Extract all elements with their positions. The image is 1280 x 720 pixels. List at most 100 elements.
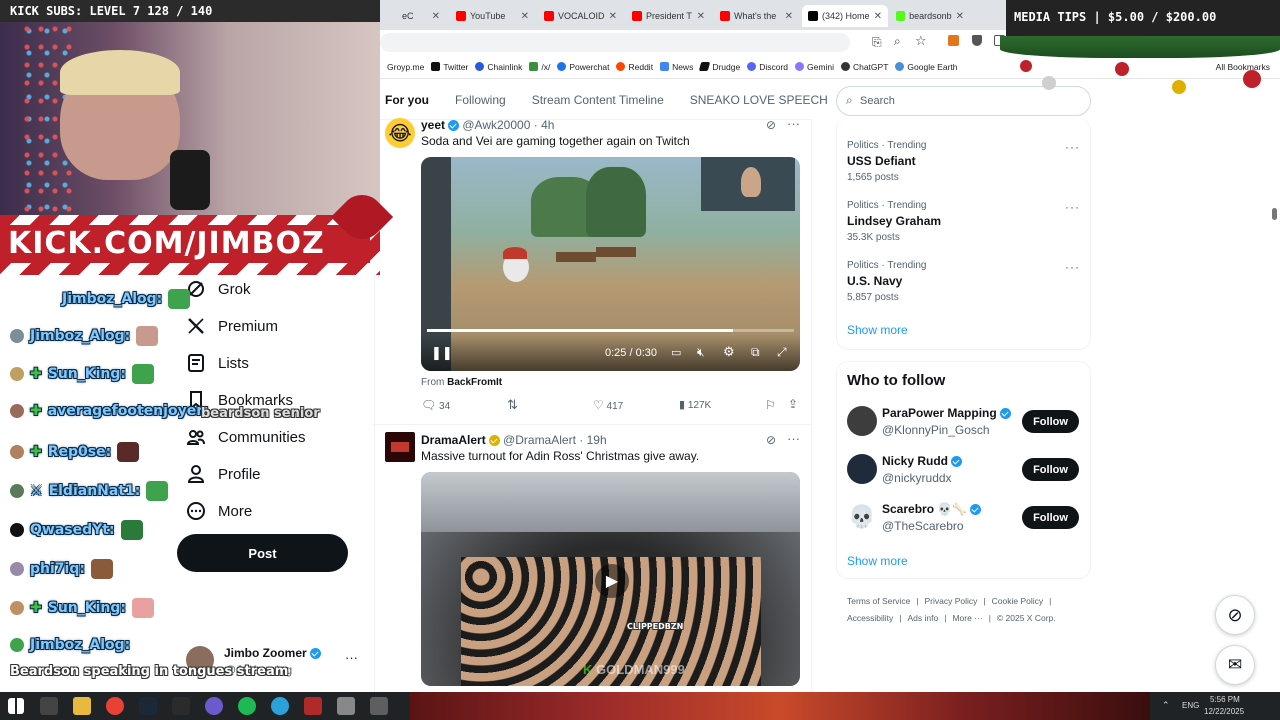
- chrome-icon[interactable]: [106, 697, 124, 715]
- tweet-video[interactable]: ❚❚ 0:25 / 0:30 ▭ 🔇︎ ⚙ ⧉ ⤢: [421, 157, 800, 371]
- browser-tab-active[interactable]: (342) Home ✕: [802, 5, 888, 27]
- grok-icon[interactable]: ⊘: [766, 433, 776, 447]
- bookmark-item[interactable]: Google Earth: [895, 62, 958, 72]
- app-icon[interactable]: [337, 697, 355, 715]
- follow-button[interactable]: Follow: [1022, 410, 1079, 433]
- bookmark-item[interactable]: Chainlink: [475, 62, 522, 72]
- footer-link[interactable]: Ads info: [908, 613, 939, 623]
- follow-avatar[interactable]: [847, 406, 877, 436]
- grok-icon[interactable]: ⊘: [766, 118, 776, 132]
- bookmark-item[interactable]: Drudge: [699, 62, 740, 72]
- follow-user[interactable]: ParaPower Mapping @KlonnyPin_Gosch: [882, 406, 1011, 437]
- telegram-icon[interactable]: [271, 697, 289, 715]
- tweet-avatar[interactable]: [385, 432, 415, 462]
- follow-button[interactable]: Follow: [1022, 458, 1079, 481]
- nav-profile[interactable]: Profile: [186, 464, 261, 484]
- clock-time[interactable]: 5:56 PM: [1210, 695, 1240, 704]
- tweet-author-name[interactable]: DramaAlert: [421, 433, 486, 447]
- like-button[interactable]: ♡ 417: [593, 398, 623, 412]
- tab-following[interactable]: Following: [442, 93, 519, 107]
- settings-gear-icon[interactable]: ⚙: [723, 344, 735, 360]
- app-icon[interactable]: [304, 697, 322, 715]
- close-tab-icon[interactable]: ✕: [521, 11, 529, 22]
- close-tab-icon[interactable]: ✕: [609, 11, 617, 22]
- tab-stream-content-timeline[interactable]: Stream Content Timeline: [519, 93, 677, 107]
- browser-tab[interactable]: President T ✕: [626, 5, 711, 27]
- bookmark-item[interactable]: Discord: [747, 62, 788, 72]
- browser-tab[interactable]: eC ✕: [396, 5, 446, 27]
- search-input[interactable]: Search: [860, 95, 895, 107]
- bookmark-item[interactable]: Twitter: [431, 62, 468, 72]
- bookmark-item[interactable]: Powerchat: [557, 62, 609, 72]
- reply-button[interactable]: 🗨︎ 34: [421, 398, 450, 412]
- search-box[interactable]: ⌕ Search: [836, 86, 1091, 116]
- tweet-author-handle[interactable]: @DramaAlert: [503, 433, 576, 447]
- close-tab-icon[interactable]: ✕: [785, 11, 793, 22]
- follow-avatar[interactable]: [847, 454, 877, 484]
- all-bookmarks[interactable]: All Bookmarks: [1216, 62, 1270, 72]
- nav-communities[interactable]: Communities: [186, 427, 306, 447]
- obs-icon[interactable]: [205, 697, 223, 715]
- tray-expand-icon[interactable]: ⌃: [1162, 700, 1170, 711]
- bookmark-icon[interactable]: ⚐: [765, 398, 776, 412]
- more-options-icon[interactable]: ···: [787, 116, 800, 131]
- trend-item[interactable]: Politics · Trending Lindsey Graham 35.3K…: [847, 200, 941, 243]
- app-icon[interactable]: [370, 697, 388, 715]
- clock-date[interactable]: 12/22/2025: [1204, 707, 1244, 716]
- show-more-trends[interactable]: Show more: [847, 323, 908, 337]
- shield-extension-icon[interactable]: [972, 35, 982, 46]
- share-icon[interactable]: ⇪: [788, 397, 798, 411]
- repost-icon[interactable]: ⇅: [507, 397, 518, 413]
- tab-sneako-love-speech[interactable]: SNEAKO LOVE SPEECH: [677, 93, 841, 107]
- browser-tab[interactable]: beardsonb ✕: [890, 5, 970, 27]
- close-tab-icon[interactable]: ✕: [697, 11, 705, 22]
- trend-more-icon[interactable]: ···: [1065, 140, 1080, 154]
- footer-link[interactable]: Privacy Policy: [925, 596, 978, 606]
- star-bookmark-icon[interactable]: ☆: [915, 33, 927, 49]
- play-icon[interactable]: ▶: [595, 564, 629, 598]
- close-tab-icon[interactable]: ✕: [956, 11, 964, 22]
- messages-fab[interactable]: ✉: [1215, 645, 1255, 685]
- nav-premium[interactable]: Premium: [186, 316, 278, 336]
- more-options-icon[interactable]: ···: [787, 431, 800, 446]
- tweet-time[interactable]: 19h: [587, 433, 607, 447]
- show-more-follow[interactable]: Show more: [847, 554, 908, 568]
- account-more-icon[interactable]: ···: [345, 650, 358, 665]
- tweet-avatar[interactable]: 😂: [385, 118, 415, 148]
- page-scrollbar-thumb[interactable]: [1272, 208, 1277, 220]
- language-indicator[interactable]: ENG: [1182, 701, 1199, 710]
- app-icon[interactable]: [172, 697, 190, 715]
- browser-tab[interactable]: YouTube ✕: [450, 5, 535, 27]
- nav-lists[interactable]: Lists: [186, 353, 249, 373]
- picture-in-picture-icon[interactable]: ⧉: [751, 345, 760, 360]
- follow-user[interactable]: Nicky Rudd @nickyruddx: [882, 454, 963, 485]
- bookmark-item[interactable]: ChatGPT: [840, 62, 888, 72]
- trend-item[interactable]: Politics · Trending U.S. Navy 5,857 post…: [847, 260, 926, 303]
- install-app-icon[interactable]: ⎘: [872, 35, 882, 50]
- trend-more-icon[interactable]: ···: [1065, 260, 1080, 274]
- follow-button[interactable]: Follow: [1022, 506, 1079, 529]
- browser-tab[interactable]: VOCALOID ✕: [538, 5, 623, 27]
- tweet-time[interactable]: 4h: [541, 118, 554, 132]
- spotify-icon[interactable]: [238, 697, 256, 715]
- from-source[interactable]: BackFromIt: [447, 377, 502, 388]
- address-bar[interactable]: [380, 33, 850, 52]
- captions-icon[interactable]: ▭: [671, 346, 681, 359]
- nav-grok[interactable]: Grok: [186, 279, 251, 299]
- browser-tab[interactable]: What's the ✕: [714, 5, 799, 27]
- footer-link[interactable]: Terms of Service: [847, 596, 910, 606]
- footer-link[interactable]: More ···: [952, 613, 982, 623]
- fullscreen-icon[interactable]: ⤢: [777, 345, 787, 360]
- metamask-icon[interactable]: [948, 35, 959, 46]
- footer-link[interactable]: Accessibility: [847, 613, 893, 623]
- post-button[interactable]: Post: [177, 534, 348, 572]
- bookmark-item[interactable]: Reddit: [616, 62, 653, 72]
- file-explorer-icon[interactable]: [73, 697, 91, 715]
- tweet-author-handle[interactable]: @Awk20000: [462, 118, 530, 132]
- close-tab-icon[interactable]: ✕: [432, 11, 440, 22]
- views-button[interactable]: ▮ 127K: [679, 398, 711, 411]
- close-tab-icon[interactable]: ✕: [874, 11, 882, 22]
- grok-fab[interactable]: ⊘: [1215, 595, 1255, 635]
- follow-user[interactable]: Scarebro 💀🦴 @TheScarebro: [882, 502, 982, 533]
- bookmark-item[interactable]: /x/: [529, 62, 550, 72]
